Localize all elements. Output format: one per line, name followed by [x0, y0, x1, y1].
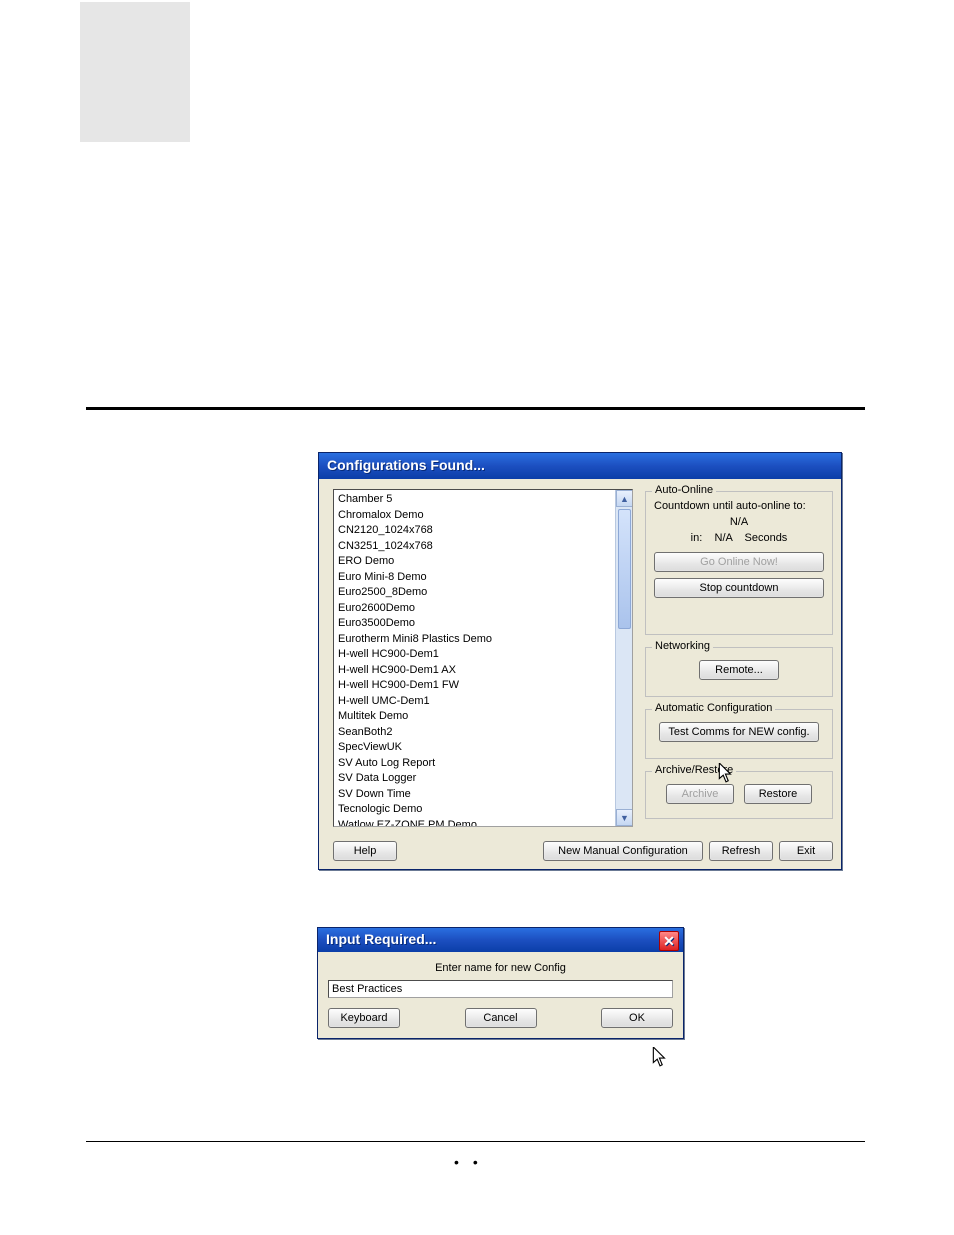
auto-online-group: Auto-Online Countdown until auto-online … — [645, 491, 833, 635]
configurations-listbox[interactable]: Chamber 5Chromalox DemoCN2120_1024x768CN… — [333, 489, 633, 827]
help-button[interactable]: Help — [333, 841, 397, 861]
dialog2-title: Input Required... — [326, 931, 436, 947]
exit-button[interactable]: Exit — [779, 841, 833, 861]
footer-rule — [86, 1141, 865, 1142]
networking-legend: Networking — [652, 640, 713, 652]
list-item[interactable]: SV Auto Log Report — [338, 756, 628, 772]
config-name-input[interactable] — [328, 980, 673, 998]
cursor-icon — [652, 1047, 668, 1067]
archive-button: Archive — [666, 784, 734, 804]
scroll-down-icon[interactable]: ▼ — [616, 809, 633, 826]
decorative-gray-block — [80, 2, 190, 142]
scroll-thumb[interactable] — [618, 509, 631, 629]
listbox-scrollbar[interactable]: ▲ ▼ — [615, 490, 632, 826]
input-prompt: Enter name for new Config — [328, 962, 673, 974]
list-item[interactable]: Eurotherm Mini8 Plastics Demo — [338, 632, 628, 648]
cancel-button[interactable]: Cancel — [465, 1008, 537, 1028]
list-item[interactable]: CN3251_1024x768 — [338, 539, 628, 555]
list-item[interactable]: Euro Mini-8 Demo — [338, 570, 628, 586]
seconds-label: Seconds — [745, 532, 788, 544]
dialog-title: Configurations Found... — [327, 457, 485, 473]
configurations-found-dialog: Configurations Found... Chamber 5Chromal… — [318, 452, 842, 870]
new-manual-config-button[interactable]: New Manual Configuration — [543, 841, 703, 861]
countdown-label: Countdown until auto-online to: — [654, 500, 824, 512]
list-item[interactable]: CN2120_1024x768 — [338, 523, 628, 539]
list-item[interactable]: H-well HC900-Dem1 FW — [338, 678, 628, 694]
keyboard-button[interactable]: Keyboard — [328, 1008, 400, 1028]
horizontal-rule — [86, 407, 865, 410]
archive-restore-group: Archive/Restore Archive Restore — [645, 771, 833, 819]
list-item[interactable]: H-well UMC-Dem1 — [338, 694, 628, 710]
autoconf-legend: Automatic Configuration — [652, 702, 775, 714]
list-item[interactable]: Tecnologic Demo — [338, 802, 628, 818]
dialog-titlebar[interactable]: Configurations Found... — [319, 453, 841, 479]
list-item[interactable]: SV Data Logger — [338, 771, 628, 787]
in-value: N/A — [715, 532, 733, 544]
refresh-button[interactable]: Refresh — [709, 841, 773, 861]
stop-countdown-button[interactable]: Stop countdown — [654, 578, 824, 598]
close-icon[interactable]: ✕ — [659, 931, 679, 951]
scroll-up-icon[interactable]: ▲ — [616, 490, 633, 507]
list-item[interactable]: ERO Demo — [338, 554, 628, 570]
go-online-button: Go Online Now! — [654, 552, 824, 572]
input-required-dialog: Input Required... ✕ Enter name for new C… — [317, 927, 684, 1039]
test-comms-button[interactable]: Test Comms for NEW config. — [659, 722, 819, 742]
list-item[interactable]: Multitek Demo — [338, 709, 628, 725]
restore-button[interactable]: Restore — [744, 784, 812, 804]
list-item[interactable]: Euro2600Demo — [338, 601, 628, 617]
archive-legend: Archive/Restore — [652, 764, 736, 776]
list-item[interactable]: SV Down Time — [338, 787, 628, 803]
in-label: in: — [691, 532, 703, 544]
list-item[interactable]: SeanBoth2 — [338, 725, 628, 741]
list-item[interactable]: SpecViewUK — [338, 740, 628, 756]
automatic-configuration-group: Automatic Configuration Test Comms for N… — [645, 709, 833, 759]
list-item[interactable]: Euro3500Demo — [338, 616, 628, 632]
countdown-target: N/A — [654, 516, 824, 528]
list-item[interactable]: H-well HC900-Dem1 AX — [338, 663, 628, 679]
networking-group: Networking Remote... — [645, 647, 833, 697]
remote-button[interactable]: Remote... — [699, 660, 779, 680]
list-item[interactable]: Watlow EZ-ZONE PM Demo — [338, 818, 628, 828]
footer-dots: •• — [454, 1154, 492, 1170]
ok-button[interactable]: OK — [601, 1008, 673, 1028]
dialog2-titlebar[interactable]: Input Required... ✕ — [318, 928, 683, 952]
list-item[interactable]: H-well HC900-Dem1 — [338, 647, 628, 663]
list-item[interactable]: Euro2500_8Demo — [338, 585, 628, 601]
list-item[interactable]: Chamber 5 — [338, 492, 628, 508]
list-item[interactable]: Chromalox Demo — [338, 508, 628, 524]
auto-online-legend: Auto-Online — [652, 484, 716, 496]
